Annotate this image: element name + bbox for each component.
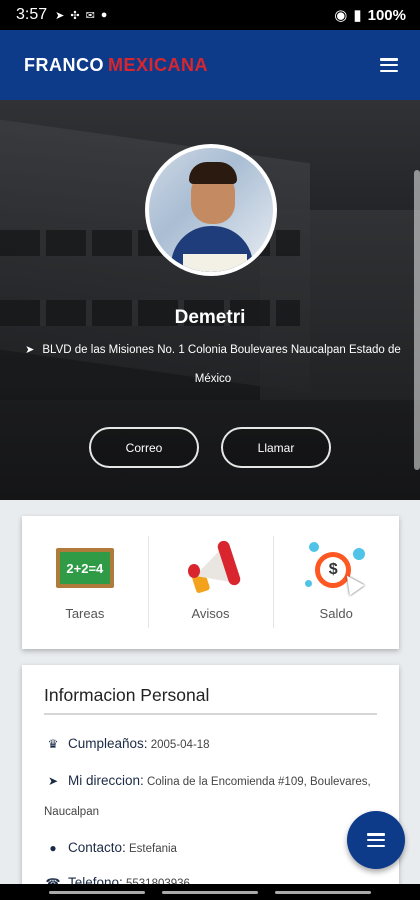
logo-franco: FRANCO — [24, 54, 104, 75]
status-time: 3:57 — [16, 6, 48, 23]
address-text: BLVD de las Misiones No. 1 Colonia Boule… — [42, 344, 401, 385]
coin-icon: $ — [305, 540, 367, 596]
personal-info-card: Informacion Personal ♛ Cumpleaños: 2005-0… — [22, 665, 399, 900]
info-value: 2005-04-18 — [150, 739, 210, 751]
avatar — [145, 144, 277, 276]
status-left: 3:57 ➤ ✣ ✉ ● — [16, 6, 107, 24]
logo-mexicana: MEXICANA — [108, 54, 209, 75]
cake-icon: ♛ — [47, 737, 59, 751]
compass-icon: ✣ — [70, 9, 80, 22]
dot-icon: ● — [100, 9, 108, 21]
user-icon: ● — [49, 841, 57, 855]
app-logo: FRANCO MEXICANA — [24, 55, 208, 76]
student-address: ➤ BLVD de las Misiones No. 1 Colonia Boul… — [18, 336, 408, 394]
wifi-icon: ◉ — [334, 7, 348, 24]
status-right: ◉ ▮ 100% — [334, 6, 406, 25]
shortcut-avisos[interactable]: Avisos — [147, 516, 274, 649]
nav-recents[interactable] — [48, 890, 145, 894]
menu-fab[interactable] — [347, 811, 405, 869]
send-icon: ➤ — [55, 9, 65, 22]
nav-back[interactable] — [275, 890, 372, 894]
contact-buttons: Correo Llamar — [0, 427, 420, 468]
student-name: Demetri — [174, 307, 246, 328]
shortcuts-card: 2+2=4 Tareas Avisos $ Saldo — [22, 516, 399, 649]
megaphone-icon — [180, 539, 242, 596]
info-label: Mi direccion: — [68, 773, 144, 788]
hamburger-icon[interactable] — [380, 58, 398, 72]
info-row-birthday: ♛ Cumpleaños: 2005-04-18 — [44, 729, 377, 760]
signal-icon: ▮ — [353, 7, 362, 24]
info-label: Contacto: — [68, 840, 126, 855]
call-button[interactable]: Llamar — [221, 427, 331, 468]
location-arrow-icon: ➤ — [47, 774, 59, 788]
profile-hero: Demetri ➤ BLVD de las Misiones No. 1 Colo… — [0, 100, 420, 500]
info-row-address: ➤ Mi direccion: Colina de la Encomienda #… — [44, 766, 377, 827]
notification-icons: ➤ ✣ ✉ ● — [55, 9, 107, 22]
battery-level: 100% — [367, 6, 406, 24]
student-photo — [149, 148, 273, 272]
nav-home[interactable] — [161, 890, 258, 894]
scroll-indicator — [414, 170, 420, 470]
info-row-contact: ● Contacto: Estefania — [44, 833, 377, 864]
chalkboard-icon: 2+2=4 — [54, 540, 116, 596]
section-title: Informacion Personal — [44, 685, 377, 715]
app-bar: FRANCO MEXICANA — [0, 30, 420, 100]
email-button[interactable]: Correo — [89, 427, 199, 468]
mail-icon: ✉ — [85, 9, 95, 22]
info-label: Cumpleaños: — [68, 736, 148, 751]
system-nav-bar — [0, 884, 420, 900]
info-value: Estefania — [129, 843, 177, 855]
status-bar: 3:57 ➤ ✣ ✉ ● ◉ ▮ 100% — [0, 0, 420, 30]
shortcut-label: Avisos — [191, 606, 230, 621]
shortcut-saldo[interactable]: $ Saldo — [273, 516, 399, 649]
shortcut-label: Tareas — [65, 606, 105, 621]
shortcut-label: Saldo — [319, 606, 353, 621]
hamburger-icon — [367, 833, 385, 847]
shortcut-tareas[interactable]: 2+2=4 Tareas — [22, 516, 148, 649]
location-arrow-icon: ➤ — [25, 344, 35, 356]
